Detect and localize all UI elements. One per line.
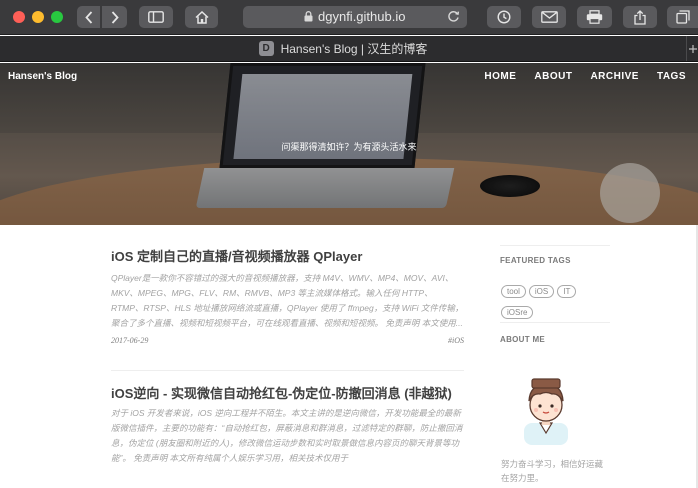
tag-chip[interactable]: IT	[557, 285, 577, 298]
url-text: dgynfi.github.io	[318, 9, 406, 24]
post-preview[interactable]: iOS 定制自己的直播/音视频播放器 QPlayer QPlayer是一款你不容…	[111, 249, 464, 348]
home-button[interactable]	[185, 6, 218, 28]
nav-home-link[interactable]: HOME	[484, 71, 516, 82]
post-excerpt: QPlayer是一款你不容错过的强大的音视频播放器，支持 M4V、WMV、MP4…	[111, 273, 464, 328]
browser-toolbar: dgynfi.github.io	[0, 0, 698, 35]
site-navigation: HOME ABOUT ARCHIVE TAGS	[484, 71, 686, 82]
share-button[interactable]	[623, 6, 657, 28]
reload-icon[interactable]	[447, 10, 460, 23]
sidebar-divider	[500, 245, 610, 246]
site-favicon: D	[258, 41, 274, 56]
post-excerpt: 对于 iOS 开发者来说，iOS 逆向工程并不陌生。本文主讲的是逆向微信，开发功…	[111, 408, 463, 463]
active-tab[interactable]: D Hansen's Blog | 汉生的博客	[0, 36, 686, 61]
close-window-button[interactable]	[13, 11, 25, 23]
print-icon	[586, 10, 603, 24]
tabs-icon	[675, 10, 690, 24]
chevron-right-icon	[111, 10, 119, 24]
nav-about-link[interactable]: ABOUT	[534, 71, 572, 82]
main-content: iOS 定制自己的直播/音视频播放器 QPlayer QPlayer是一款你不容…	[0, 225, 698, 488]
address-bar[interactable]: dgynfi.github.io	[243, 6, 467, 28]
new-tab-button[interactable]	[686, 36, 698, 61]
tag-chip[interactable]: iOS	[528, 285, 555, 298]
sidebar-toggle-button[interactable]	[139, 6, 173, 28]
mail-button[interactable]	[532, 6, 566, 28]
hero-header: Hansen's Blog HOME ABOUT ARCHIVE TAGS 问渠…	[0, 63, 698, 225]
about-me-text: 努力奋斗学习，相信好运藏在努力里。	[501, 459, 604, 483]
plus-icon	[688, 44, 697, 53]
post-title[interactable]: iOS 定制自己的直播/音视频播放器 QPlayer	[111, 249, 464, 265]
tag-chip[interactable]: iOSre	[501, 306, 534, 319]
avatar	[524, 378, 568, 445]
tag-chip[interactable]: tool	[501, 285, 526, 298]
history-button[interactable]	[487, 6, 521, 28]
show-tabs-button[interactable]	[667, 6, 698, 28]
post-date: 2017-06-29	[111, 336, 149, 345]
post-title[interactable]: iOS逆向 - 实现微信自动抢红包-伪定位-防撤回消息 (非越狱)	[111, 386, 464, 402]
featured-tags-heading: FEATURED TAGS	[500, 256, 571, 265]
site-subtitle: 问渠那得清如许？为有源头活水来	[281, 142, 417, 152]
nav-archive-link[interactable]: ARCHIVE	[590, 71, 639, 82]
nav-tags-link[interactable]: TAGS	[657, 71, 686, 82]
minimize-window-button[interactable]	[32, 11, 44, 23]
forward-button[interactable]	[102, 6, 127, 28]
zoom-window-button[interactable]	[51, 11, 63, 23]
lock-icon	[304, 11, 313, 22]
mail-icon	[540, 11, 558, 23]
clock-icon	[497, 10, 511, 24]
site-brand-link[interactable]: Hansen's Blog	[8, 71, 77, 82]
print-button[interactable]	[577, 6, 612, 28]
back-button[interactable]	[77, 6, 100, 28]
browser-window: dgynfi.github.io D Hansen's Blog | 汉生的博客	[0, 0, 698, 488]
post-divider	[111, 370, 464, 371]
post-tag-link[interactable]: #iOS	[448, 336, 464, 345]
home-icon	[194, 10, 209, 24]
tab-bar: D Hansen's Blog | 汉生的博客	[0, 36, 698, 62]
sidebar-divider	[500, 322, 610, 323]
chevron-left-icon	[84, 10, 92, 24]
post-meta: 2017-06-29 #iOS	[111, 336, 464, 348]
sidebar-icon	[148, 11, 164, 23]
share-icon	[634, 9, 646, 25]
tab-title: Hansen's Blog | 汉生的博客	[280, 42, 428, 56]
featured-tags-list: tool iOS IT iOSre	[501, 281, 611, 323]
post-preview[interactable]: iOS逆向 - 实现微信自动抢红包-伪定位-防撤回消息 (非越狱) 对于 iOS…	[111, 386, 464, 466]
about-me-heading: ABOUT ME	[500, 335, 546, 344]
